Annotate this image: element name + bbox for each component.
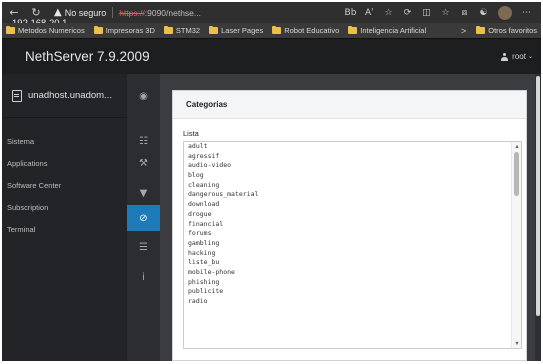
bookmark-label: Metodos Numericos — [18, 26, 85, 35]
categories-list[interactable]: adult agressif audio-video blog cleaning… — [183, 141, 522, 349]
app-header: NethServer 7.9.2009 root ⌄ — [2, 38, 541, 74]
bookmarks-bar: Metodos Numericos Impresoras 3D STM32 La… — [2, 23, 541, 38]
list-item[interactable]: publicite — [184, 287, 521, 297]
sidebar-item-label: Sistema — [7, 136, 35, 146]
url-field[interactable]: https://192.168.20.1:9090/nethse... — [2, 7, 201, 46]
list-item[interactable]: cleaning — [184, 181, 521, 191]
list-item[interactable]: blog — [184, 171, 521, 181]
read-aloud-label: Bb — [344, 7, 357, 18]
chevron-down-icon: ⌄ — [527, 54, 533, 60]
list-icon[interactable]: ☰ — [127, 236, 160, 258]
address-bar: ← ↻ ▲ No seguro https://192.168.20.1:909… — [2, 2, 541, 46]
sidebar-item-sistema[interactable]: Sistema — [2, 130, 127, 152]
main-content: Categorias Lista adult agressif audio-vi… — [160, 74, 541, 361]
categories-dialog: Categorias Lista adult agressif audio-vi… — [172, 90, 527, 361]
list-scrollbar[interactable]: ▲ ▼ — [511, 142, 521, 348]
url-path: :9090/nethse... — [144, 7, 201, 18]
folder-icon — [209, 26, 219, 34]
bookmark-label: STM32 — [175, 26, 201, 35]
list-item[interactable]: audio-video — [184, 161, 521, 171]
folder-icon — [163, 26, 173, 34]
other-favorites-label: Otros favoritos — [488, 26, 537, 35]
list-item[interactable]: financial — [184, 220, 521, 230]
list-item[interactable]: adult — [184, 142, 521, 152]
sidebar-item-software-center[interactable]: Software Center — [2, 174, 127, 196]
sidebar-item-label: Software Center — [7, 180, 62, 190]
list-item[interactable]: radio — [184, 297, 521, 307]
profile-avatar[interactable] — [498, 5, 512, 20]
split-screen-icon[interactable]: ◫ — [418, 5, 435, 21]
other-favorites[interactable]: Otros favoritos — [476, 26, 537, 35]
app-icon-column: ◉ ☷ ⚒ ▼ ⊘ ☰ i — [127, 74, 160, 361]
sidebar-menu: Sistema Applications Software Center Sub… — [2, 130, 127, 240]
bookmark-item[interactable]: STM32 — [163, 26, 201, 35]
scroll-up-icon[interactable]: ▲ — [512, 142, 521, 151]
list-item[interactable]: mobile-phone — [184, 268, 521, 278]
bookmark-label: Laser Pages — [221, 26, 264, 35]
bookmark-item[interactable]: Laser Pages — [209, 26, 263, 35]
list-label: Lista — [183, 129, 199, 138]
bookmark-label: Impresoras 3D — [105, 26, 155, 35]
folder-icon — [272, 26, 282, 34]
list-item[interactable]: phishing — [184, 278, 521, 288]
user-name: root — [512, 52, 526, 61]
list-item[interactable]: download — [184, 200, 521, 210]
host-icon — [12, 89, 22, 102]
sidebar-item-label: Applications — [7, 158, 48, 168]
list-item[interactable]: forums — [184, 229, 521, 239]
list-item[interactable]: drogue — [184, 210, 521, 220]
host-selector[interactable]: unadhost.unadom... — [2, 74, 127, 118]
bookmark-item[interactable]: Robot Educativo — [272, 26, 339, 35]
scrollbar-thumb[interactable] — [514, 152, 519, 196]
filter-icon[interactable]: ▼ — [127, 182, 160, 204]
collections-icon[interactable]: ⧈ — [456, 5, 473, 21]
extensions-icon[interactable]: ☯ — [475, 5, 492, 21]
list-item[interactable]: dangerous_material — [184, 190, 521, 200]
list-item[interactable]: hacking — [184, 249, 521, 259]
scroll-down-icon[interactable]: ▼ — [512, 339, 521, 348]
list-item[interactable]: gambling — [184, 239, 521, 249]
wrench-icon[interactable]: ⚒ — [127, 152, 160, 174]
folder-icon — [6, 26, 15, 34]
list-item[interactable]: liste_bu — [184, 258, 521, 268]
bookmark-item[interactable]: Impresoras 3D — [93, 26, 155, 35]
sidebar-item-subscription[interactable]: Subscription — [2, 196, 127, 218]
sidebar-item-terminal[interactable]: Terminal — [2, 218, 127, 240]
page-scrollbar[interactable] — [535, 74, 541, 361]
refresh-icon[interactable]: ⟳ — [399, 5, 416, 21]
text-size-icon[interactable]: Aʾ — [361, 5, 378, 21]
page-scrollbar-thumb[interactable] — [536, 76, 540, 316]
sidebar-item-applications[interactable]: Applications — [2, 152, 127, 174]
browser-window: ← ↻ ▲ No seguro https://192.168.20.1:909… — [2, 2, 541, 361]
favorites-icon[interactable]: ☆ — [437, 5, 454, 21]
star-icon[interactable]: ☆ — [380, 5, 397, 21]
app-title[interactable]: NethServer 7.9.2009 — [25, 49, 150, 64]
list-item[interactable]: agressif — [184, 152, 521, 162]
bookmark-label: Inteligencia Artificial — [360, 26, 427, 35]
user-icon — [501, 52, 509, 61]
folder-icon — [476, 26, 486, 34]
sidebar-item-label: Terminal — [7, 224, 36, 234]
sidebar-item-label: Subscription — [7, 202, 49, 212]
folder-icon — [93, 26, 103, 34]
user-menu[interactable]: root ⌄ — [501, 52, 533, 61]
read-aloud-icon[interactable]: Bb — [342, 5, 359, 21]
bookmarks-overflow-button[interactable]: > — [461, 26, 466, 36]
dialog-title: Categorias — [173, 91, 526, 119]
block-icon[interactable]: ⊘ — [127, 205, 160, 231]
toolbar-icons: Bb Aʾ ☆ ⟳ ◫ ☆ ⧈ ☯ ⋯ — [342, 5, 541, 21]
folder-icon — [348, 26, 358, 34]
palette-icon[interactable]: ◉ — [127, 85, 160, 107]
more-icon[interactable]: ⋯ — [518, 5, 535, 21]
bookmark-item[interactable]: Metodos Numericos — [6, 26, 85, 35]
info-icon[interactable]: i — [127, 266, 160, 288]
dashboard-icon[interactable]: ☷ — [127, 130, 160, 152]
bookmark-item[interactable]: Inteligencia Artificial — [348, 26, 426, 35]
bookmark-label: Robot Educativo — [284, 26, 340, 35]
host-name: unadhost.unadom... — [28, 90, 112, 101]
sidebar: unadhost.unadom... Sistema Applications … — [2, 74, 127, 361]
